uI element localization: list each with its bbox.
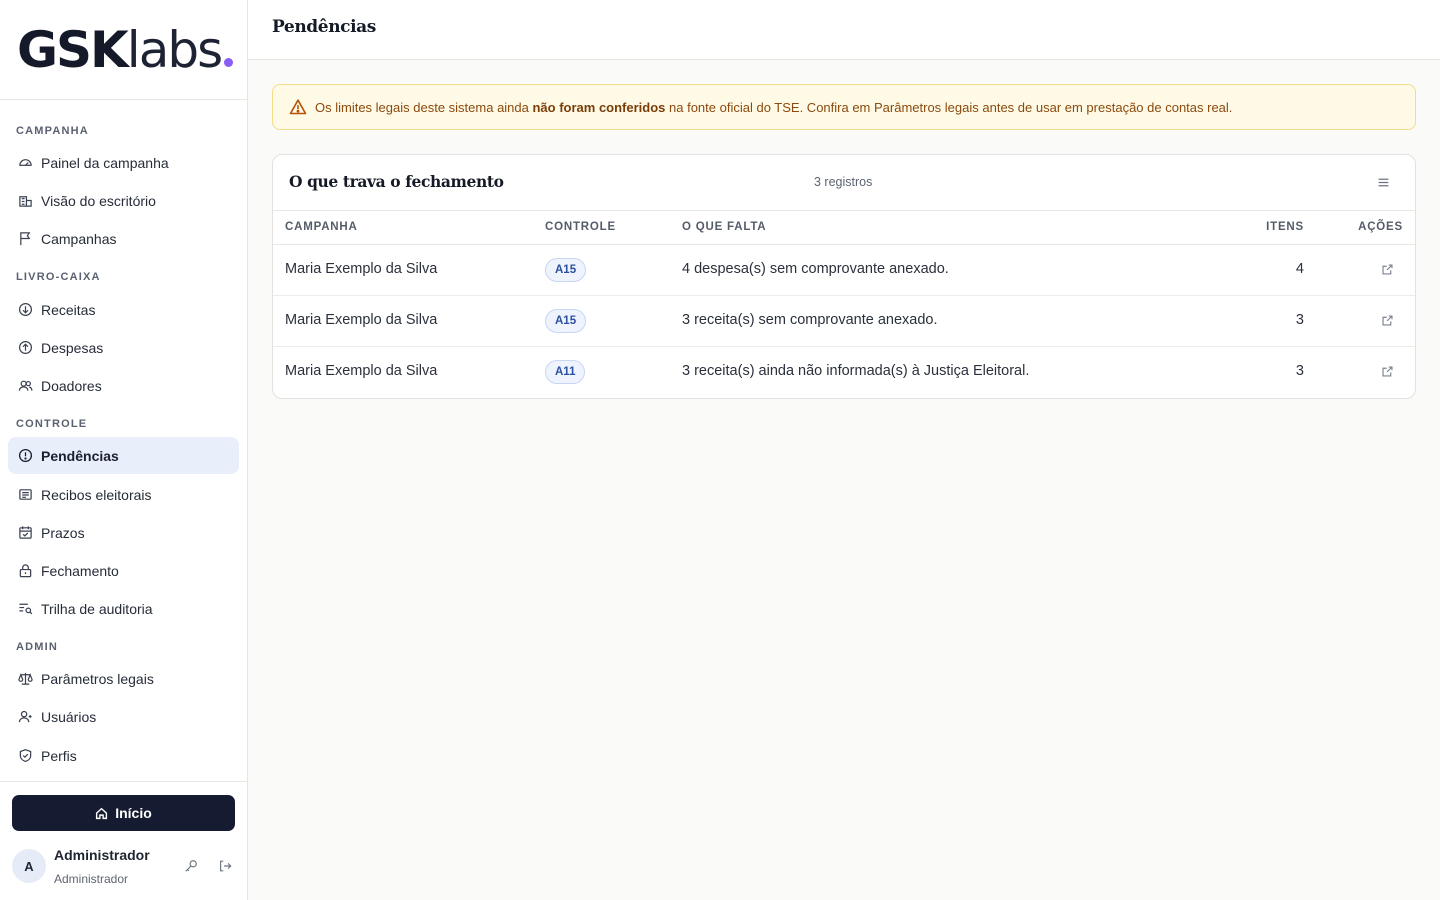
table-row[interactable]: Maria Exemplo da Silva A15 4 despesa(s) … bbox=[273, 245, 1415, 296]
lock-icon bbox=[17, 563, 33, 579]
page-title: Pendências bbox=[272, 17, 376, 37]
column-header-acoes: AÇÕES bbox=[1358, 221, 1403, 233]
sidebar-item-pendencias[interactable]: Pendências bbox=[8, 437, 239, 474]
calendar-check-icon bbox=[17, 525, 33, 541]
record-count: 3 registros bbox=[814, 175, 873, 189]
sidebar-item-doadores[interactable]: Doadores bbox=[8, 367, 239, 404]
sidebar-item-parametros[interactable]: Parâmetros legais bbox=[8, 660, 239, 697]
sidebar-item-label: Doadores bbox=[41, 377, 102, 394]
control-badge: A15 bbox=[545, 309, 587, 333]
user-role: Administrador bbox=[54, 872, 129, 886]
sidebar-item-label: Despesas bbox=[41, 339, 104, 356]
external-link-icon[interactable] bbox=[1380, 313, 1394, 327]
arrow-up-circle-icon bbox=[17, 340, 33, 356]
users-icon bbox=[17, 378, 33, 394]
home-button-label: Início bbox=[115, 805, 152, 821]
logo-bold: GSK bbox=[17, 21, 129, 79]
sidebar-item-usuarios[interactable]: Usuários bbox=[8, 698, 239, 735]
column-header-campanha: CAMPANHA bbox=[285, 221, 358, 233]
cell-itens: 3 bbox=[1295, 312, 1304, 328]
home-button[interactable]: Início bbox=[12, 795, 235, 831]
user-plus-icon bbox=[17, 709, 33, 725]
blockers-card: O que trava o fechamento 3 registros CAM… bbox=[272, 154, 1416, 399]
topbar: Pendências bbox=[248, 0, 1440, 60]
shield-check-icon bbox=[17, 748, 33, 764]
sidebar-item-label: Painel da campanha bbox=[41, 154, 169, 171]
menu-icon[interactable] bbox=[1375, 174, 1391, 190]
logo[interactable]: GSKlabs bbox=[0, 0, 247, 100]
sidebar-item-label: Usuários bbox=[41, 708, 97, 725]
sidebar-item-label: Campanhas bbox=[41, 230, 117, 247]
sidebar-item-label: Prazos bbox=[41, 524, 85, 541]
logout-icon[interactable] bbox=[217, 858, 233, 874]
cell-itens: 4 bbox=[1295, 261, 1304, 277]
column-header-controle: CONTROLE bbox=[545, 221, 616, 233]
cell-itens: 3 bbox=[1295, 363, 1304, 379]
logo-light: labs bbox=[126, 21, 223, 79]
card-title: O que trava o fechamento bbox=[289, 172, 504, 191]
sidebar-item-label: Receitas bbox=[41, 301, 96, 318]
list-search-icon bbox=[17, 601, 33, 617]
sidebar-item-label: Recibos eleitorais bbox=[41, 486, 152, 503]
sidebar-item-recibos[interactable]: Recibos eleitorais bbox=[8, 476, 239, 513]
cell-campanha: Maria Exemplo da Silva bbox=[285, 363, 438, 379]
control-badge: A11 bbox=[545, 360, 586, 384]
home-icon bbox=[96, 807, 108, 819]
section-livro-caixa: LIVRO-CAIXA bbox=[16, 271, 101, 283]
sidebar-item-perfis[interactable]: Perfis bbox=[8, 737, 239, 774]
scale-icon bbox=[17, 671, 33, 687]
alert-circle-icon bbox=[17, 448, 33, 464]
sidebar-item-painel[interactable]: Painel da campanha bbox=[8, 144, 239, 181]
sidebar-item-despesas[interactable]: Despesas bbox=[8, 329, 239, 366]
sidebar-item-label: Fechamento bbox=[41, 562, 119, 579]
alert-bold: não foram conferidos bbox=[532, 99, 666, 115]
flag-icon bbox=[17, 231, 33, 247]
cell-campanha: Maria Exemplo da Silva bbox=[285, 261, 438, 277]
cell-falta: 3 receita(s) sem comprovante anexado. bbox=[682, 312, 938, 328]
section-controle: CONTROLE bbox=[16, 418, 88, 430]
alert-prefix: Os limites legais deste sistema ainda bbox=[315, 99, 533, 115]
sidebar-item-trilha[interactable]: Trilha de auditoria bbox=[8, 590, 239, 627]
section-admin: ADMIN bbox=[16, 641, 59, 653]
sidebar-item-label: Perfis bbox=[41, 747, 77, 764]
cell-falta: 4 despesa(s) sem comprovante anexado. bbox=[682, 261, 949, 277]
arrow-down-circle-icon bbox=[17, 302, 33, 318]
sidebar-item-fechamento[interactable]: Fechamento bbox=[8, 552, 239, 589]
legal-warning-alert: Os limites legais deste sistema ainda nã… bbox=[272, 84, 1416, 130]
column-header-itens: ITENS bbox=[1266, 221, 1304, 233]
sidebar-item-prazos[interactable]: Prazos bbox=[8, 514, 239, 551]
table-row[interactable]: Maria Exemplo da Silva A15 3 receita(s) … bbox=[273, 296, 1415, 347]
sidebar-item-label: Pendências bbox=[41, 447, 119, 464]
sidebar-item-receitas[interactable]: Receitas bbox=[8, 291, 239, 328]
table-header: CAMPANHA CONTROLE O QUE FALTA ITENS AÇÕE… bbox=[273, 210, 1415, 245]
logo-dot bbox=[224, 58, 234, 67]
warning-icon bbox=[289, 99, 307, 115]
sidebar-item-escritorio[interactable]: Visão do escritório bbox=[8, 182, 239, 219]
table-row[interactable]: Maria Exemplo da Silva A11 3 receita(s) … bbox=[273, 347, 1415, 398]
user-name: Administrador bbox=[54, 847, 150, 863]
external-link-icon[interactable] bbox=[1380, 262, 1394, 276]
sidebar-item-label: Trilha de auditoria bbox=[41, 600, 153, 617]
sidebar-item-campanhas[interactable]: Campanhas bbox=[8, 220, 239, 257]
receipt-icon bbox=[17, 487, 33, 503]
sidebar-footer: Início A Administrador Administrador bbox=[0, 781, 247, 900]
external-link-icon[interactable] bbox=[1380, 364, 1394, 378]
control-badge: A15 bbox=[545, 258, 587, 282]
sidebar-item-label: Parâmetros legais bbox=[41, 670, 154, 687]
sidebar-item-label: Visão do escritório bbox=[41, 192, 156, 209]
gauge-icon bbox=[17, 155, 33, 171]
cell-falta: 3 receita(s) ainda não informada(s) à Ju… bbox=[682, 363, 1030, 379]
alert-text: Os limites legais deste sistema ainda nã… bbox=[315, 100, 1232, 115]
key-icon[interactable] bbox=[183, 858, 199, 874]
building-icon bbox=[17, 193, 33, 209]
column-header-falta: O QUE FALTA bbox=[682, 221, 767, 233]
alert-suffix: na fonte oficial do TSE. Confira em Parâ… bbox=[665, 99, 1233, 115]
section-campanha: CAMPANHA bbox=[16, 125, 89, 137]
sidebar: GSKlabs CAMPANHA Painel da campanha Visã… bbox=[0, 0, 248, 900]
cell-campanha: Maria Exemplo da Silva bbox=[285, 312, 438, 328]
avatar[interactable]: A bbox=[12, 849, 46, 883]
